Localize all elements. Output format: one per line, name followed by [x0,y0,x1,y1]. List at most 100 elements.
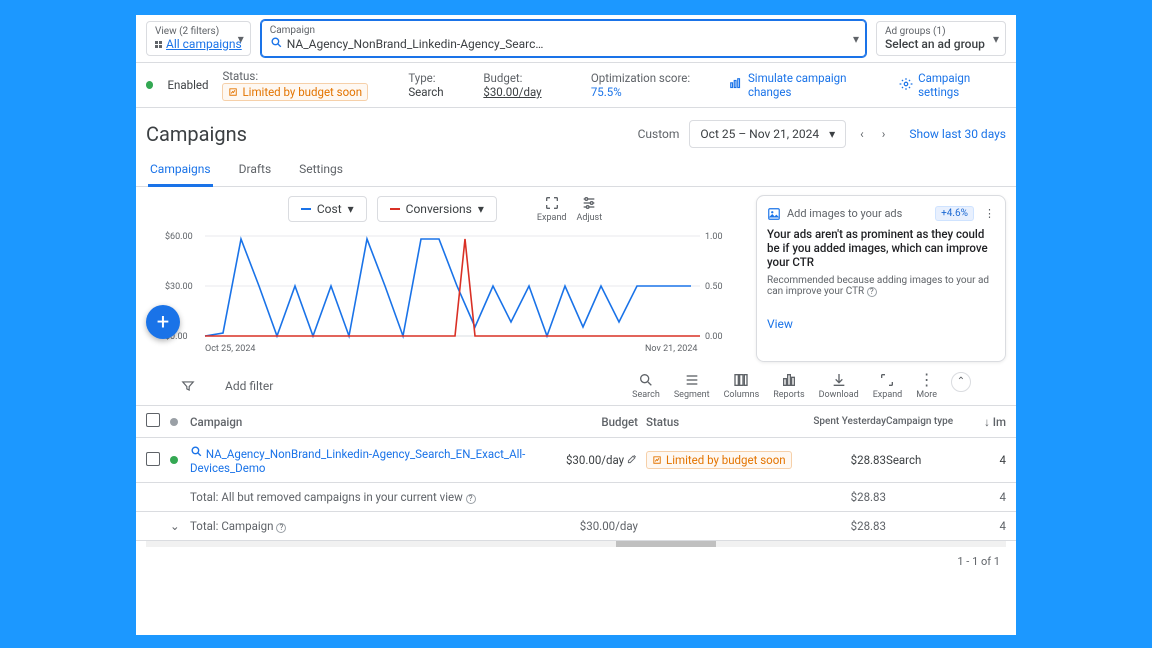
row-checkbox[interactable] [146,452,160,466]
tool-download[interactable]: Download [819,372,859,400]
col-campaign[interactable]: Campaign [190,415,546,429]
rec-title: Your ads aren't as prominent as they cou… [767,227,995,269]
rec-desc: Recommended because adding images to you… [767,275,989,297]
chevron-down-icon: ▾ [348,202,354,216]
rec-view-link[interactable]: View [767,317,793,331]
tab-drafts[interactable]: Drafts [237,154,274,186]
metric-conversions-dropdown[interactable]: Conversions▾ [377,196,497,222]
total-budget: $30.00/day [546,519,646,533]
help-icon[interactable]: ? [466,494,476,504]
prev-period-button[interactable]: ‹ [856,123,868,145]
adjust-chart-button[interactable]: Adjust [577,195,603,223]
col-spent[interactable]: Spent Yesterday [806,416,886,427]
chevron-down-icon: ▾ [478,202,484,216]
svg-text:Nov 21, 2024: Nov 21, 2024 [645,344,697,354]
tool-search[interactable]: Search [632,372,660,400]
collapse-button[interactable]: ⌃ [951,372,971,392]
breadcrumb-adgroup[interactable]: Ad groups (1) Select an ad group ▾ [876,21,1006,56]
campaign-settings-link[interactable]: Campaign settings [899,71,1006,99]
edit-icon[interactable] [627,453,638,464]
tab-campaigns[interactable]: Campaigns [148,154,213,187]
view-value: All campaigns [166,37,242,51]
optscore-label: Optimization score: [591,71,690,85]
expand-chart-button[interactable]: Expand [537,195,567,223]
row-budget: $30.00/day [566,453,624,467]
total-spent: $28.83 [806,490,886,504]
chevron-up-icon: ⌃ [957,376,965,387]
gear-icon [899,77,913,94]
limited-budget-badge[interactable]: Limited by budget soon [222,83,368,101]
col-type[interactable]: Campaign type [886,416,966,427]
metric-cost-dropdown[interactable]: Cost▾ [288,196,367,222]
filter-bar: Add filter Search Segment Columns Report… [136,366,1016,406]
chevron-down-icon: ▾ [993,32,999,46]
limited-budget-badge[interactable]: Limited by budget soon [646,451,792,469]
chevron-down-icon: ▾ [853,32,859,46]
more-vert-icon: ⋮ [919,372,935,388]
total-label: Total: Campaign [190,519,273,533]
search-icon [638,372,654,388]
add-button[interactable]: + [146,305,180,339]
sliders-icon [581,195,597,211]
magnifier-icon [190,447,203,461]
date-range-picker[interactable]: Oct 25 – Nov 21, 2024▾ [689,120,846,148]
total-spent: $28.83 [806,519,886,533]
select-all-checkbox[interactable] [146,413,160,427]
image-icon [767,207,781,221]
tabs: Campaigns Drafts Settings [136,148,1016,187]
more-vert-icon[interactable]: ⋮ [984,207,995,220]
page-title: Campaigns [146,122,247,146]
row-imp: 4 [966,453,1006,467]
svg-text:1.00: 1.00 [705,232,723,242]
add-filter-input[interactable]: Add filter [225,379,273,393]
tool-columns[interactable]: Columns [724,372,760,400]
tab-settings[interactable]: Settings [297,154,345,186]
grid-icon [155,41,162,48]
budget-value[interactable]: $30.00/day [483,85,541,99]
optscore-value[interactable]: 75.5% [591,85,622,99]
adgroup-value: Select an ad group [885,37,997,51]
chevron-down-icon[interactable]: ⌄ [170,519,180,533]
rec-head: Add images to your ads [787,207,902,220]
recommendation-card: Add images to your ads +4.6% ⋮ Your ads … [756,195,1006,362]
tool-expand[interactable]: Expand [873,372,903,400]
simulate-link[interactable]: Simulate campaign changes [729,71,881,99]
col-budget[interactable]: Budget [546,415,646,429]
filter-icon[interactable] [181,379,195,393]
campaign-link[interactable]: NA_Agency_NonBrand_Linkedin-Agency_Searc… [190,447,525,475]
col-imp[interactable]: Im [993,415,1006,429]
title-row: Campaigns Custom Oct 25 – Nov 21, 2024▾ … [136,108,1016,148]
show-30-days-link[interactable]: Show last 30 days [909,127,1006,141]
table-row[interactable]: NA_Agency_NonBrand_Linkedin-Agency_Searc… [136,438,1016,483]
enabled-status-dot [146,81,153,89]
svg-text:0.50: 0.50 [705,282,723,292]
breadcrumb-view[interactable]: View (2 filters) All campaigns ▾ [146,21,251,56]
tool-more[interactable]: ⋮More [916,372,937,400]
campaign-label: Campaign [270,25,857,36]
tool-reports[interactable]: Reports [773,372,804,400]
type-label: Type: [408,71,435,85]
table-total-row: Total: All but removed campaigns in your… [136,483,1016,512]
horizontal-scrollbar[interactable] [146,541,1006,547]
type-value: Search [408,85,443,99]
scroll-thumb[interactable] [616,541,716,547]
help-icon[interactable]: ? [867,287,877,297]
total-label: Total: All but removed campaigns in your… [190,490,463,504]
tool-segment[interactable]: Segment [674,372,710,400]
plus-icon: + [157,310,169,335]
next-period-button[interactable]: › [878,123,890,145]
svg-text:Oct 25, 2024: Oct 25, 2024 [205,344,255,354]
status-line: Enabled Status: Limited by budget soon T… [136,63,1016,108]
svg-text:$30.00: $30.00 [165,281,193,292]
breadcrumb-campaign[interactable]: Campaign NA_Agency_NonBrand_Linkedin-Age… [261,20,866,57]
col-status[interactable]: Status [646,415,806,429]
help-icon[interactable]: ? [276,523,286,533]
magnifier-icon [270,36,283,52]
expand-icon [879,372,895,388]
total-imp: 4 [966,519,1006,533]
row-type: Search [886,453,966,467]
sort-down-icon: ↓ [984,415,990,429]
table-total-row: ⌄ Total: Campaign ? $30.00/day $28.83 4 [136,512,1016,541]
rec-pct-badge: +4.6% [935,206,974,221]
budget-label: Budget: [483,71,522,85]
